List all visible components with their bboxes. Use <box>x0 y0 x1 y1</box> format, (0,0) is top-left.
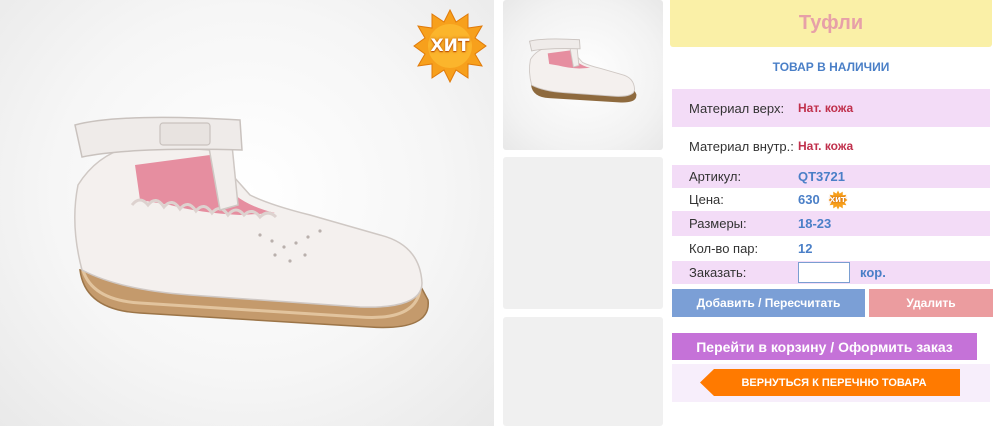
spec-label: Материал верх: <box>689 100 785 116</box>
spec-row-price: Цена: 630 ХИТ <box>672 188 990 211</box>
mini-hit-label: ХИТ <box>829 195 846 204</box>
spec-label: Заказать: <box>689 265 747 280</box>
price-value-wrap: 630 ХИТ <box>798 190 849 210</box>
spec-label: Размеры: <box>689 216 747 231</box>
spec-label: Кол-во пар: <box>689 241 759 256</box>
thumbnail-2[interactable] <box>503 157 663 309</box>
spec-value: Нат. кожа <box>798 139 854 153</box>
product-main-image[interactable]: ХИТ <box>0 0 494 426</box>
spec-value: Нат. кожа <box>798 101 854 115</box>
order-unit: кор. <box>860 265 886 280</box>
availability-status: ТОВАР В НАЛИЧИИ <box>772 60 890 74</box>
thumbnail-1[interactable] <box>503 0 663 150</box>
hit-badge-label: ХИТ <box>430 36 470 56</box>
spec-value: 12 <box>798 241 813 256</box>
product-title: Туфли <box>798 12 864 34</box>
spec-row-order: Заказать: кор. <box>672 261 990 284</box>
price-value: 630 <box>798 192 820 207</box>
back-button-container: ВЕРНУТЬСЯ К ПЕРЕЧНЮ ТОВАРА <box>672 364 990 402</box>
back-to-list-button[interactable]: ВЕРНУТЬСЯ К ПЕРЕЧНЮ ТОВАРА <box>700 369 960 396</box>
spec-label: Цена: <box>689 192 724 207</box>
spec-label: Материал внутр.: <box>689 138 794 154</box>
spec-value: QT3721 <box>798 169 845 184</box>
thumbnail-column <box>498 0 670 426</box>
spec-row-material-top: Материал верх: Нат. кожа <box>672 89 990 127</box>
delete-button[interactable]: Удалить <box>869 289 993 317</box>
shoe-thumbnail-image <box>529 38 637 103</box>
spec-row-material-inner: Материал внутр.: Нат. кожа <box>672 127 990 165</box>
mini-hit-badge: ХИТ <box>827 190 849 210</box>
spec-value: 18-23 <box>798 216 832 231</box>
shoe-image <box>74 116 429 329</box>
spec-row-article: Артикул: QT3721 <box>672 165 990 188</box>
product-info-panel: Туфли ТОВАР В НАЛИЧИИ Материал верх: Нат… <box>670 0 1005 426</box>
thumbnail-3[interactable] <box>503 317 663 426</box>
spec-label: Артикул: <box>689 169 742 184</box>
spec-row-sizes: Размеры: 18-23 <box>672 211 990 236</box>
add-recalculate-button[interactable]: Добавить / Пересчитать <box>672 289 865 317</box>
go-to-cart-button[interactable]: Перейти в корзину / Оформить заказ <box>672 333 977 360</box>
hit-badge: ХИТ <box>412 8 488 84</box>
title-box: Туфли <box>670 0 992 47</box>
spec-row-pairs: Кол-во пар: 12 <box>672 236 990 261</box>
order-quantity-input[interactable] <box>798 262 850 283</box>
